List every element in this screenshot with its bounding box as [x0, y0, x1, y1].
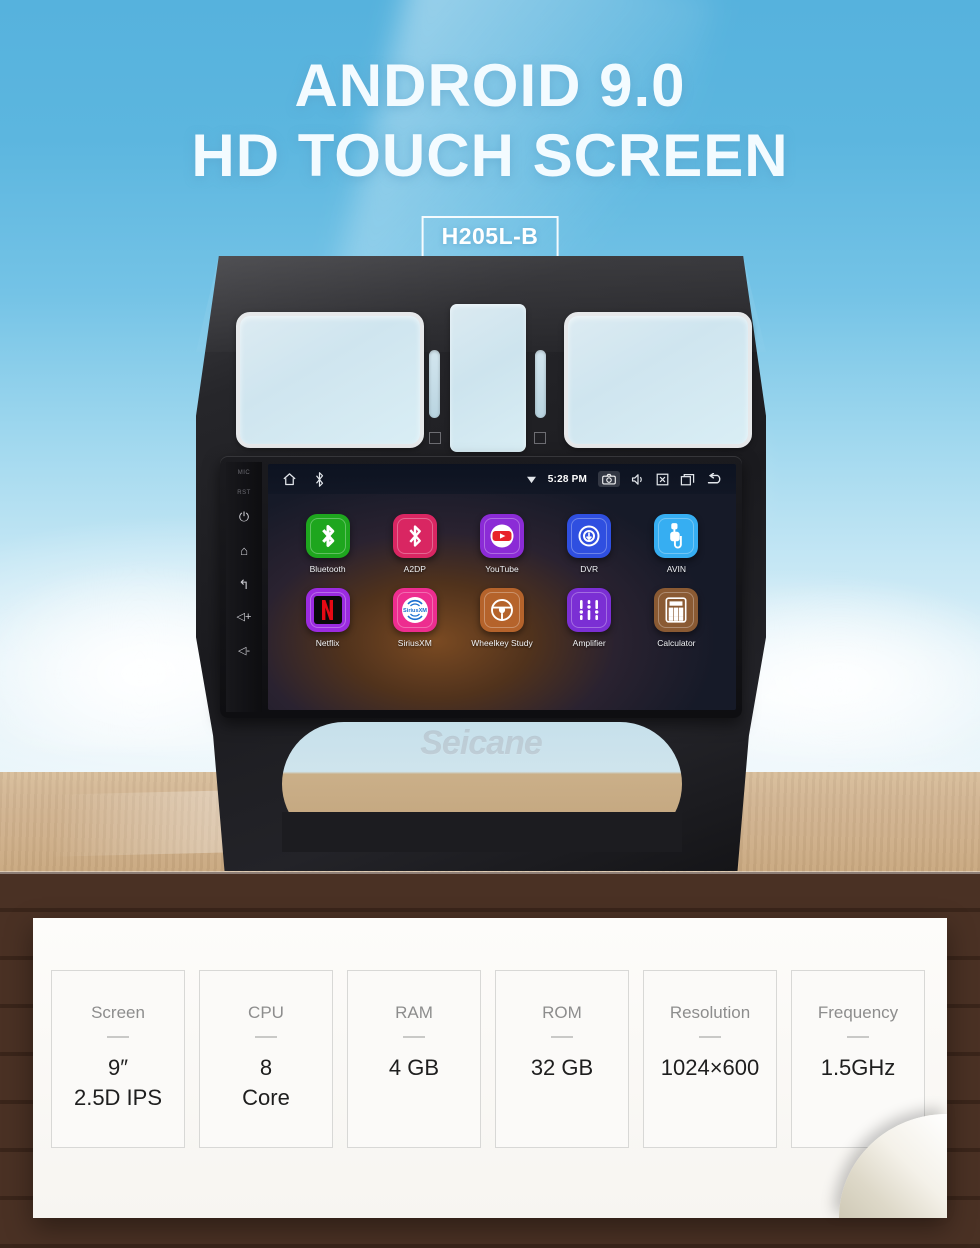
status-bar-time: 5:28 PM	[547, 473, 587, 485]
vent-slot-left	[429, 350, 440, 418]
air-vent-left	[236, 312, 424, 448]
avin-icon[interactable]	[654, 514, 699, 558]
app-label: Wheelkey Study	[471, 638, 533, 648]
volume-up-button[interactable]: ◁+	[226, 612, 262, 623]
app-item-youtube[interactable]: YouTube	[458, 514, 545, 574]
status-bar: 5:28 PM	[268, 464, 736, 494]
spec-key: RAM	[395, 1003, 433, 1022]
reset-label: RST	[237, 490, 251, 496]
home-icon[interactable]	[282, 472, 297, 487]
calculator-icon[interactable]	[654, 588, 699, 632]
volume-down-button[interactable]: ◁-	[226, 646, 262, 657]
app-item-netflix[interactable]: Netflix	[284, 588, 371, 648]
app-item-wheelkey-study[interactable]: Wheelkey Study	[458, 588, 545, 648]
steering-wheel-icon[interactable]	[479, 588, 524, 632]
model-badge: H205L-B	[421, 216, 559, 258]
app-item-bluetooth[interactable]: Bluetooth	[284, 514, 371, 574]
home-button[interactable]: ⌂	[226, 544, 262, 557]
wifi-icon	[526, 475, 537, 484]
app-item-siriusxm[interactable]: SiriusXM SiriusXM	[371, 588, 458, 648]
app-item-dvr[interactable]: DVR	[546, 514, 633, 574]
power-button[interactable]: ⏻	[226, 510, 262, 523]
spec-value: 32 GB	[530, 1055, 594, 1080]
vent-marker-right	[534, 432, 546, 444]
app-label: Calculator	[657, 638, 696, 648]
app-label: Netflix	[315, 638, 340, 648]
car-head-unit-fascia: MIC RST ⏻ ⌂ ↰ ◁+ ◁- 5:28 PM Bluetooth A2…	[196, 256, 766, 871]
recents-icon[interactable]	[680, 473, 695, 486]
dvr-icon[interactable]	[567, 514, 612, 558]
spec-item-screen: Screen 9″ 2.5D IPS	[51, 970, 185, 1148]
spec-value: 4 GB	[388, 1055, 440, 1080]
vent-slot-right	[535, 350, 546, 418]
vent-marker-left	[429, 432, 441, 444]
camera-icon[interactable]	[598, 471, 620, 487]
app-item-a2dp[interactable]: A2DP	[371, 514, 458, 574]
app-item-amplifier[interactable]: Amplifier	[546, 588, 633, 648]
volume-icon[interactable]	[631, 473, 645, 486]
table-edge	[0, 872, 980, 900]
spec-item-resolution: Resolution 1024×600	[643, 970, 777, 1148]
app-label: A2DP	[403, 564, 426, 574]
app-label: YouTube	[485, 564, 519, 574]
spec-key: CPU	[248, 1003, 284, 1022]
back-icon[interactable]	[706, 472, 724, 486]
knob-scallops	[282, 812, 682, 852]
headline-line-2: HD TOUCH SCREEN	[191, 122, 789, 190]
spec-divider	[255, 1036, 277, 1038]
app-item-calculator[interactable]: Calculator	[633, 588, 720, 648]
brand-watermark: Seicane	[420, 724, 543, 762]
close-icon[interactable]	[656, 473, 669, 486]
back-button[interactable]: ↰	[226, 578, 262, 591]
bluetooth-icon[interactable]	[314, 471, 325, 487]
spec-divider	[847, 1036, 869, 1038]
spec-item-cpu: CPU 8 Core	[199, 970, 333, 1148]
air-vent-center	[450, 304, 526, 452]
spec-divider	[403, 1036, 425, 1038]
equalizer-icon[interactable]	[567, 588, 612, 632]
spec-list: Screen 9″ 2.5D IPS CPU 8 Core RAM 4 GB R…	[51, 970, 925, 1148]
mic-label: MIC	[237, 470, 251, 476]
siriusxm-icon[interactable]: SiriusXM	[392, 588, 437, 632]
spec-key: Frequency	[817, 1003, 899, 1022]
app-grid: Bluetooth A2DP YouTube DVR AVIN Netflix …	[268, 500, 736, 648]
android-touch-screen[interactable]: 5:28 PM Bluetooth A2DP YouTube DVR AVIN …	[268, 464, 736, 710]
app-label: SiriusXM	[397, 638, 432, 648]
spec-item-rom: ROM 32 GB	[495, 970, 629, 1148]
spec-card: Screen 9″ 2.5D IPS CPU 8 Core RAM 4 GB R…	[33, 918, 947, 1218]
svg-text:SiriusXM: SiriusXM	[403, 608, 427, 614]
page-title: ANDROID 9.0 HD TOUCH SCREEN	[0, 52, 980, 190]
app-label: AVIN	[666, 564, 686, 574]
app-label: Amplifier	[572, 638, 606, 648]
spec-item-ram: RAM 4 GB	[347, 970, 481, 1148]
spec-key: ROM	[542, 1003, 582, 1022]
netflix-icon[interactable]	[305, 588, 350, 632]
a2dp-icon[interactable]	[392, 514, 437, 558]
app-label: DVR	[580, 564, 599, 574]
app-label: Bluetooth	[309, 564, 346, 574]
spec-divider	[107, 1036, 129, 1038]
spec-key: Screen	[91, 1003, 145, 1022]
spec-divider	[551, 1036, 573, 1038]
bluetooth-icon[interactable]	[305, 514, 350, 558]
spec-value: 1024×600	[660, 1055, 760, 1080]
youtube-icon[interactable]	[479, 514, 524, 558]
spec-value: 9″ 2.5D IPS	[73, 1055, 163, 1110]
air-vent-right	[564, 312, 752, 448]
app-item-avin[interactable]: AVIN	[633, 514, 720, 574]
spec-value: 1.5GHz	[820, 1055, 896, 1080]
headline-line-1: ANDROID 9.0	[294, 52, 686, 119]
spec-key: Resolution	[669, 1003, 751, 1022]
spec-divider	[699, 1036, 721, 1038]
spec-value: 8 Core	[242, 1055, 290, 1110]
